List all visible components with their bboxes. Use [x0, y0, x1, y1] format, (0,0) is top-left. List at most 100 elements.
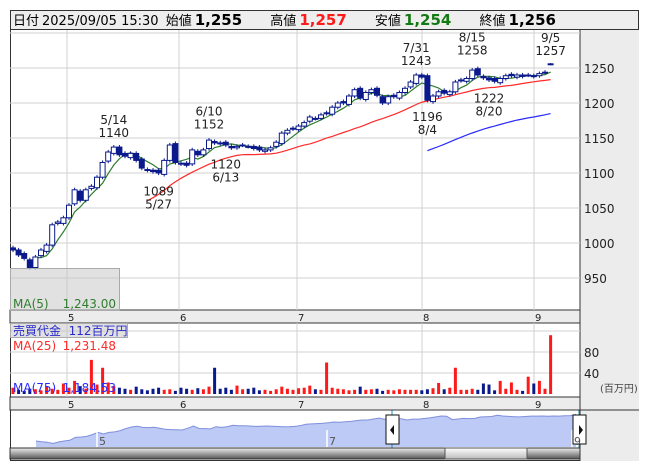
candle-down	[508, 73, 515, 77]
candle-up	[301, 122, 308, 127]
volume-bar	[269, 390, 273, 394]
candle-up	[368, 89, 375, 93]
volume-bar	[526, 376, 530, 394]
candle-up	[452, 81, 459, 93]
volume-bar	[493, 390, 497, 394]
annotation-value: 1258	[457, 43, 488, 57]
price-tick-label: 1050	[584, 202, 615, 216]
candle-up	[262, 149, 268, 152]
candle-up	[54, 221, 61, 224]
candle-up	[49, 224, 56, 246]
candle-up	[82, 189, 89, 201]
volume-unit-label: (百万円)	[600, 383, 638, 395]
candle-down	[122, 152, 128, 157]
volume-bar	[341, 389, 345, 394]
annotation-value: 1152	[194, 118, 225, 132]
candle-down	[519, 74, 526, 77]
candle-up	[323, 112, 330, 115]
candle-up	[396, 92, 403, 99]
candle-down	[441, 89, 448, 94]
candle-up	[530, 75, 537, 78]
volume-bar	[229, 389, 233, 394]
candle-up	[407, 81, 414, 88]
volume-bar	[442, 389, 446, 394]
volume-bar	[358, 386, 362, 394]
candle-up	[385, 96, 392, 104]
volume-bar	[509, 382, 513, 394]
price-tick-label: 1200	[584, 97, 615, 111]
candle-up	[38, 249, 44, 257]
candle-up	[200, 149, 207, 156]
scrollbar-thumb[interactable]	[444, 447, 528, 460]
candle-up	[362, 92, 369, 100]
candle-down	[256, 146, 263, 151]
ma5-value: 1,243.00	[62, 297, 116, 311]
candle-down	[144, 169, 151, 171]
volume-bar	[179, 387, 183, 394]
candle-up	[536, 73, 543, 77]
volume-bar	[302, 387, 306, 394]
annotation-date: 8/20	[476, 105, 503, 119]
candle-down	[116, 146, 123, 156]
volume-bar	[173, 390, 177, 394]
volume-bar	[481, 383, 485, 394]
candle-down	[133, 152, 140, 161]
candle-up	[127, 152, 134, 159]
volume-bar	[437, 382, 441, 394]
candle-up	[278, 132, 285, 145]
candle-up	[334, 102, 341, 108]
candle-up	[166, 144, 173, 161]
volume-bar	[549, 335, 553, 394]
candle-down	[222, 141, 229, 146]
volume-bar	[364, 389, 368, 394]
volume-bar	[375, 388, 379, 394]
volume-bar	[431, 388, 435, 394]
navigator[interactable]	[35, 410, 587, 448]
volume-bar	[257, 390, 261, 394]
volume-bar	[409, 389, 413, 394]
ma25-label: MA(25)	[13, 339, 57, 353]
volume-bar	[465, 389, 469, 394]
volume-bar	[151, 388, 155, 394]
month-label: 6	[180, 313, 186, 324]
candle-up	[105, 151, 112, 162]
volume-bar	[185, 388, 189, 394]
volume-bar	[381, 390, 385, 394]
candle-down	[486, 77, 492, 81]
candle-down	[357, 87, 364, 99]
candle-down	[155, 169, 162, 174]
volume-label: 売買代金	[13, 324, 62, 338]
candle-down	[138, 158, 145, 169]
annotation-date: 9/5	[541, 31, 560, 45]
ma75-line	[427, 113, 551, 152]
volume-bar	[157, 387, 161, 394]
navigator-month-label: 5	[99, 435, 106, 448]
volume-bar	[420, 390, 424, 394]
candle-up	[273, 141, 280, 147]
annotation-value: 1243	[401, 54, 432, 68]
volume-bar	[145, 390, 149, 394]
candle-up	[502, 75, 509, 79]
volume-bar	[207, 386, 211, 394]
candle-down	[217, 142, 224, 145]
navigator-area	[36, 414, 576, 447]
volume-bar	[140, 389, 144, 394]
volume-bar	[504, 388, 508, 394]
candle-up	[66, 204, 72, 219]
candle-up	[446, 91, 453, 96]
annotation-date: 8/4	[418, 123, 437, 137]
candle-up	[547, 63, 554, 66]
volume-bar	[218, 388, 222, 394]
volume-bar	[330, 387, 334, 394]
annotation-date: 5/14	[100, 113, 127, 127]
volume-bar	[201, 389, 205, 394]
volume-bar	[235, 385, 239, 394]
month-label: 8	[423, 313, 429, 324]
volume-month-label: 9	[535, 400, 541, 411]
volume-bar	[353, 389, 357, 394]
candle-down	[77, 190, 84, 201]
candle-up	[161, 159, 168, 175]
annotation-date: 7/31	[403, 41, 430, 55]
volume-bar	[515, 389, 519, 394]
annotation-value: 1257	[535, 44, 566, 58]
